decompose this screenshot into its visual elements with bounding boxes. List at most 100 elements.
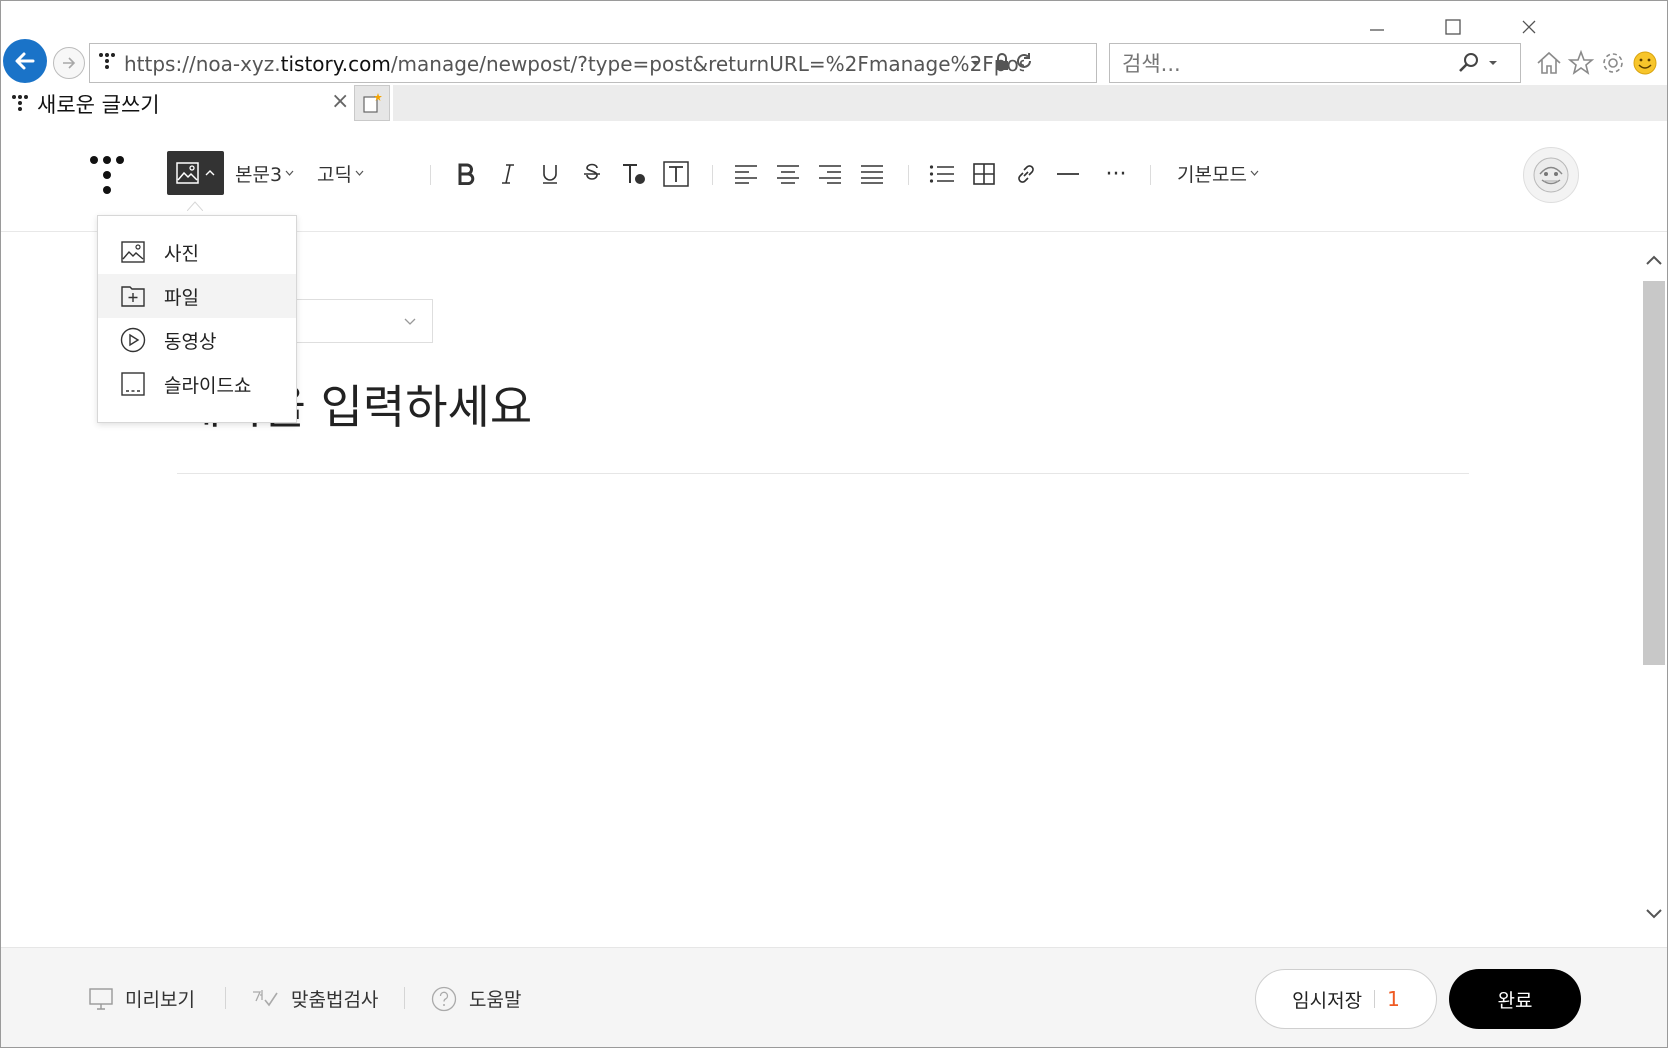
- dropdown-arrow-icon[interactable]: [970, 58, 980, 68]
- preview-label: 미리보기: [125, 989, 195, 1011]
- underline-button[interactable]: [535, 159, 565, 189]
- close-window-button[interactable]: [1511, 15, 1547, 39]
- more-label: ···: [1105, 161, 1127, 187]
- toolbar-divider: [908, 165, 909, 185]
- attach-menu-item-slideshow[interactable]: 슬라이드쇼: [98, 362, 296, 406]
- toolbar-divider: [430, 165, 431, 185]
- scroll-up-icon[interactable]: [1644, 253, 1664, 267]
- tab-strip: [393, 85, 1667, 121]
- bold-button[interactable]: [451, 159, 481, 189]
- help-button[interactable]: 도움말: [431, 985, 521, 1012]
- image-icon: [176, 162, 199, 184]
- minimize-button[interactable]: [1359, 15, 1395, 39]
- italic-button[interactable]: [493, 159, 523, 189]
- feedback-smiley-icon[interactable]: [1631, 49, 1659, 77]
- url-scheme: https://: [124, 52, 196, 76]
- tab-title: 새로운 글쓰기: [37, 93, 160, 117]
- mode-label: 기본모드: [1177, 163, 1247, 186]
- link-icon: [1018, 165, 1034, 183]
- publish-done-button[interactable]: 완료: [1449, 969, 1581, 1029]
- align-center-icon: [777, 165, 799, 184]
- search-icon[interactable]: [1458, 52, 1480, 74]
- attach-menu-label: 슬라이드쇼: [164, 374, 252, 397]
- chevron-up-icon: [205, 170, 215, 176]
- align-justify-button[interactable]: [857, 159, 887, 189]
- tab-close-button[interactable]: ×: [331, 89, 349, 114]
- photo-icon: [121, 241, 145, 263]
- font-select[interactable]: 고딕: [317, 161, 364, 186]
- minimize-icon: [1370, 29, 1384, 31]
- attach-menu-item-photo[interactable]: 사진: [98, 230, 296, 274]
- home-icon[interactable]: [1535, 49, 1563, 77]
- align-center-button[interactable]: [773, 159, 803, 189]
- avatar: [1533, 157, 1569, 193]
- font-label: 고딕: [317, 163, 352, 186]
- mode-select[interactable]: 기본모드: [1177, 161, 1259, 186]
- attach-menu-item-file[interactable]: 파일: [98, 274, 296, 318]
- italic-icon: [502, 164, 514, 184]
- forward-button[interactable]: [53, 47, 85, 79]
- address-bar[interactable]: https://noa-xyz.tistory.com/manage/newpo…: [89, 43, 1097, 83]
- strikethrough-icon: [584, 163, 600, 180]
- spellcheck-icon: [253, 989, 278, 1006]
- bottom-divider: [404, 987, 405, 1009]
- align-left-icon: [735, 165, 757, 184]
- save-draft-label: 임시저장: [1292, 989, 1363, 1012]
- settings-gear-icon[interactable]: [1599, 49, 1627, 77]
- tistory-favicon-icon: [99, 53, 115, 69]
- refresh-icon[interactable]: [1014, 51, 1034, 71]
- title-divider: [177, 473, 1469, 474]
- toolbar-divider: [1150, 165, 1151, 185]
- text-color-button[interactable]: [619, 159, 649, 189]
- table-icon: [973, 163, 995, 185]
- url-host: tistory.com: [280, 52, 391, 76]
- bullet-list-button[interactable]: [927, 159, 957, 189]
- attach-menu-label: 파일: [164, 286, 199, 309]
- attach-menu: 사진 파일 동영상 슬라이드쇼: [97, 215, 297, 423]
- new-tab-icon: [363, 93, 382, 113]
- bottom-divider: [225, 987, 226, 1009]
- browser-tab[interactable]: 새로운 글쓰기 ×: [1, 85, 351, 121]
- toolbar-divider: [712, 165, 713, 185]
- attach-menu-item-video[interactable]: 동영상: [98, 318, 296, 362]
- help-label: 도움말: [469, 989, 522, 1011]
- more-button[interactable]: ···: [1101, 159, 1131, 189]
- scrollbar-thumb[interactable]: [1643, 281, 1665, 665]
- spellcheck-button[interactable]: 맞춤법검사: [251, 985, 378, 1012]
- text-background-icon: [663, 161, 689, 187]
- preview-button[interactable]: 미리보기: [89, 985, 195, 1012]
- back-button[interactable]: [3, 39, 47, 83]
- align-left-button[interactable]: [731, 159, 761, 189]
- chevron-down-icon: [1250, 170, 1259, 176]
- profile-avatar[interactable]: [1523, 147, 1579, 203]
- attach-button[interactable]: [167, 151, 224, 195]
- search-dropdown-icon[interactable]: [1488, 58, 1498, 68]
- text-color-icon: [623, 164, 645, 184]
- search-box[interactable]: [1109, 43, 1521, 83]
- save-draft-button[interactable]: 임시저장 1: [1255, 969, 1437, 1029]
- strikethrough-button[interactable]: [577, 159, 607, 189]
- url-text[interactable]: https://noa-xyz.tistory.com/manage/newpo…: [124, 52, 1024, 76]
- chevron-down-icon: [285, 170, 294, 176]
- draft-count-badge: 1: [1387, 987, 1400, 1011]
- chevron-down-icon: [404, 318, 416, 325]
- align-right-button[interactable]: [815, 159, 845, 189]
- text-background-button[interactable]: [661, 159, 691, 189]
- table-button[interactable]: [969, 159, 999, 189]
- horizontal-rule-button[interactable]: [1053, 159, 1083, 189]
- tistory-logo-icon[interactable]: [89, 155, 125, 195]
- file-add-icon: [121, 286, 145, 307]
- maximize-button[interactable]: [1435, 15, 1471, 39]
- tistory-favicon-icon: [12, 95, 28, 111]
- search-input[interactable]: [1120, 50, 1454, 78]
- link-button[interactable]: [1011, 159, 1041, 189]
- scroll-down-icon[interactable]: [1644, 907, 1664, 921]
- lock-icon[interactable]: [994, 52, 1010, 72]
- paragraph-style-label: 본문3: [235, 163, 283, 186]
- favorites-star-icon[interactable]: [1567, 49, 1595, 77]
- new-tab-button[interactable]: [354, 85, 390, 121]
- close-icon: [1522, 20, 1536, 34]
- url-subdomain: noa-xyz.: [195, 52, 281, 76]
- paragraph-style-select[interactable]: 본문3: [235, 161, 294, 186]
- underline-icon: [543, 165, 557, 184]
